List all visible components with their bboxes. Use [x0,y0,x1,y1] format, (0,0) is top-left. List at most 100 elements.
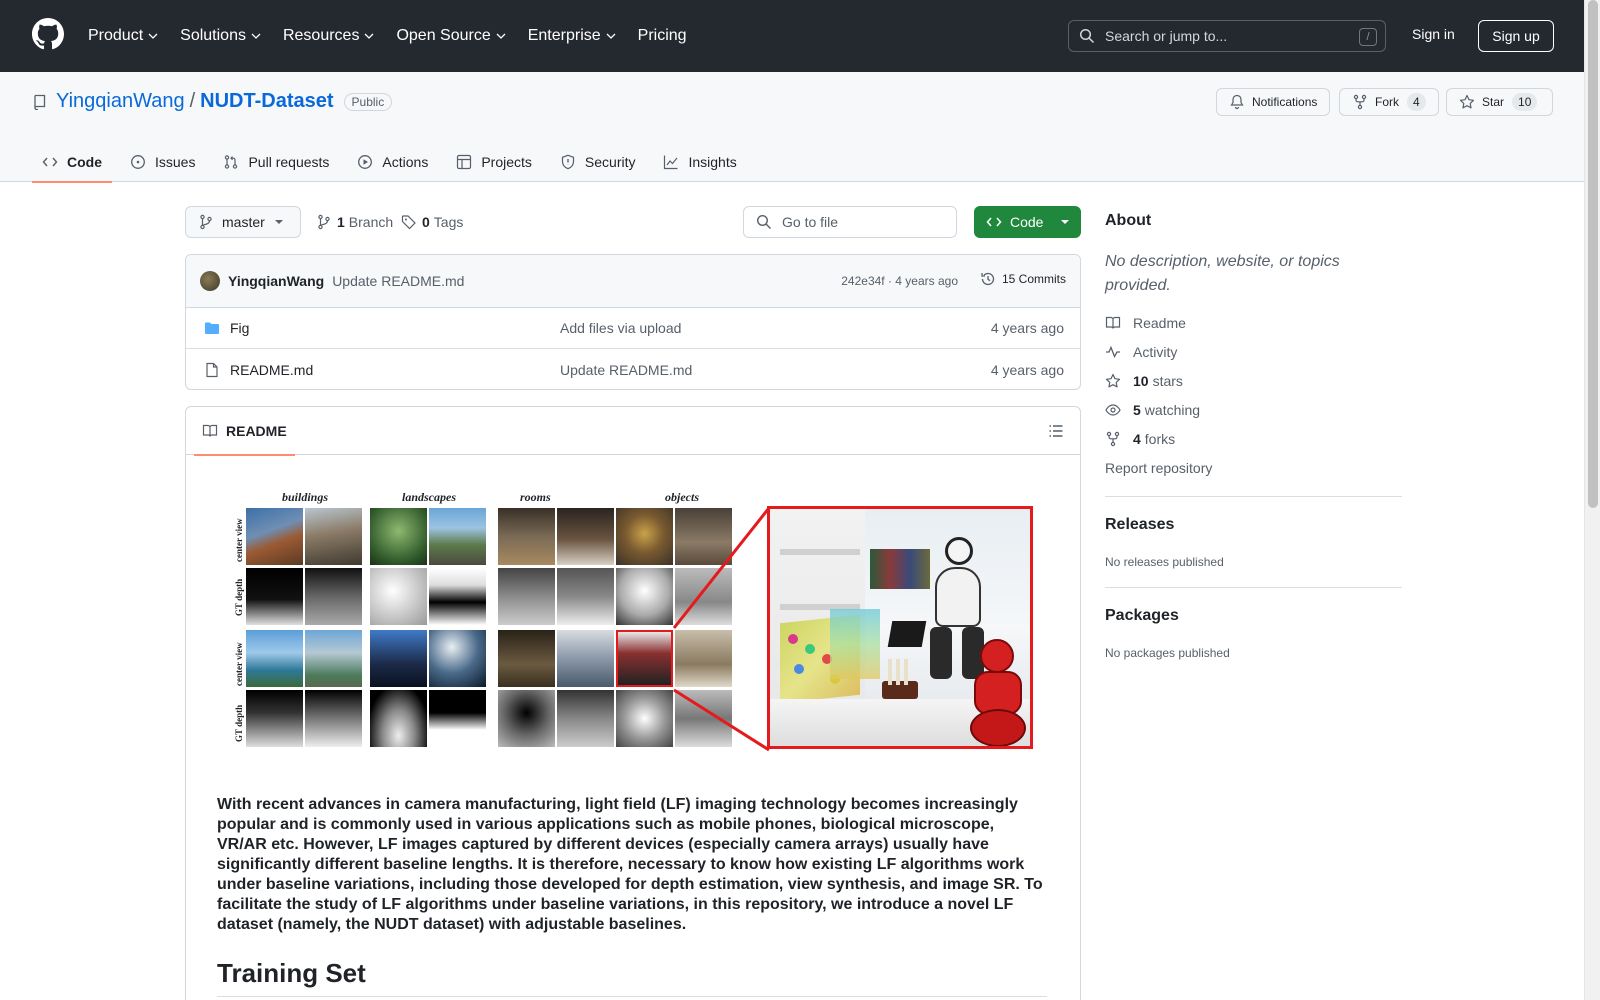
page-scrollbar[interactable] [1584,0,1600,1000]
repo-owner-link[interactable]: YingqianWang [56,90,185,113]
tag-icon [401,215,416,230]
figure-thumbnail [498,690,555,747]
readme-tab-label: README [226,423,287,439]
figure-thumbnail [246,630,303,687]
commits-history-link[interactable]: 15 Commits [980,271,1066,287]
readme-tab[interactable]: README [194,407,295,456]
nav-resources[interactable]: Resources [283,27,374,45]
readme-link[interactable]: Readme [1105,315,1186,331]
stars-label: stars [1152,373,1183,389]
report-label: Report repository [1105,460,1213,476]
file-commit-message[interactable]: Add files via upload [560,320,681,336]
sign-up-button[interactable]: Sign up [1478,20,1554,52]
figure-zoom-detail [767,506,1033,749]
file-row[interactable]: README.md Update README.md 4 years ago [186,349,1080,389]
fork-icon [1353,94,1367,110]
shield-icon [561,154,575,170]
stars-count: 10 [1133,373,1149,389]
branch-selector[interactable]: master [185,206,301,238]
report-repository-link[interactable]: Report repository [1105,460,1212,476]
figure-thumbnail [305,690,362,747]
repo-icon [34,94,46,110]
notifications-label: Notifications [1252,95,1318,109]
commit-message[interactable]: Update README.md [332,273,464,289]
tab-pull-requests[interactable]: Pull requests [213,142,339,182]
zoom-connector [672,507,771,752]
figure-thumbnail [498,568,555,625]
fork-count: 4 [1407,93,1426,111]
releases-heading[interactable]: Releases [1105,516,1174,534]
avatar[interactable] [200,271,220,291]
branch-count: 1 [337,214,345,230]
pulse-icon [1106,345,1120,359]
visibility-badge: Public [343,92,393,111]
readme-heading: Training Set [217,958,366,988]
table-of-contents-icon[interactable] [1048,423,1064,439]
commit-hash-time[interactable]: 242e34f · 4 years ago [841,274,958,288]
watchers-link[interactable]: 5 watching [1105,402,1200,418]
figure-thumbnail [246,568,303,625]
scrollbar-thumb[interactable] [1588,0,1598,508]
star-button[interactable]: Star 10 [1446,88,1553,116]
file-commit-message[interactable]: Update README.md [560,362,692,378]
tag-count: 0 [422,214,430,230]
tab-label: Insights [688,154,737,170]
tab-label: Projects [481,154,532,170]
tab-insights[interactable]: Insights [653,142,746,182]
file-icon [206,362,218,377]
nav-solutions[interactable]: Solutions [180,27,261,45]
tab-code[interactable]: Code [32,142,112,183]
tab-security[interactable]: Security [550,142,646,182]
chevron-down-icon [148,33,158,39]
code-dropdown-button[interactable]: Code [974,206,1081,238]
figure-thumbnail [370,568,427,625]
code-icon [42,157,58,167]
search-icon [756,214,771,229]
packages-heading[interactable]: Packages [1105,607,1179,625]
commit-author[interactable]: YingqianWang [228,273,324,289]
nav-pricing[interactable]: Pricing [638,27,687,45]
tab-issues[interactable]: Issues [120,142,205,182]
figure-row-label: GT depth [234,704,244,742]
star-icon [1105,373,1121,388]
go-to-file-placeholder: Go to file [782,214,839,230]
sign-in-link[interactable]: Sign in [1412,26,1455,42]
nav-label: Open Source [396,27,491,44]
tab-projects[interactable]: Projects [446,142,542,182]
tags-link[interactable]: 0 Tags [401,214,463,230]
fork-button[interactable]: Fork 4 [1339,88,1439,116]
search-input[interactable]: Search or jump to... / [1068,20,1386,52]
file-name[interactable]: Fig [230,320,249,336]
file-row[interactable]: Fig Add files via upload 4 years ago [186,308,1080,349]
history-icon [981,272,995,286]
tab-actions[interactable]: Actions [347,142,438,182]
tab-label: Pull requests [248,154,330,170]
activity-link[interactable]: Activity [1105,344,1177,360]
play-icon [358,155,373,169]
tab-label: Security [584,154,636,170]
branch-icon [318,214,330,230]
repo-header: YingqianWang / NUDT-Dataset Public Notif… [0,72,1584,183]
repo-name-link[interactable]: NUDT-Dataset [200,90,333,113]
stars-link[interactable]: 10 stars [1105,373,1183,389]
figure-thumbnail [305,630,362,687]
global-header: Product Solutions Resources Open Source … [0,0,1584,72]
nav-product[interactable]: Product [88,27,158,45]
readme-link-label: Readme [1133,315,1186,331]
folder-icon [205,322,219,334]
nav-open-source[interactable]: Open Source [396,27,506,45]
forks-link[interactable]: 4 forks [1105,431,1175,447]
repo-separator: / [189,90,196,112]
file-name[interactable]: README.md [230,362,313,378]
go-to-file-input[interactable]: Go to file [743,206,957,238]
branches-link[interactable]: 1 Branch [316,214,393,230]
activity-link-label: Activity [1133,344,1178,360]
pull-request-icon [225,155,238,169]
bell-icon [1230,94,1244,110]
nav-enterprise[interactable]: Enterprise [528,27,616,45]
github-logo-icon[interactable] [32,18,64,50]
figure-category-label: objects [665,490,699,504]
notifications-button[interactable]: Notifications [1216,88,1331,116]
figure-thumbnail [370,690,427,747]
repo-title: YingqianWang / NUDT-Dataset Public [32,90,393,113]
